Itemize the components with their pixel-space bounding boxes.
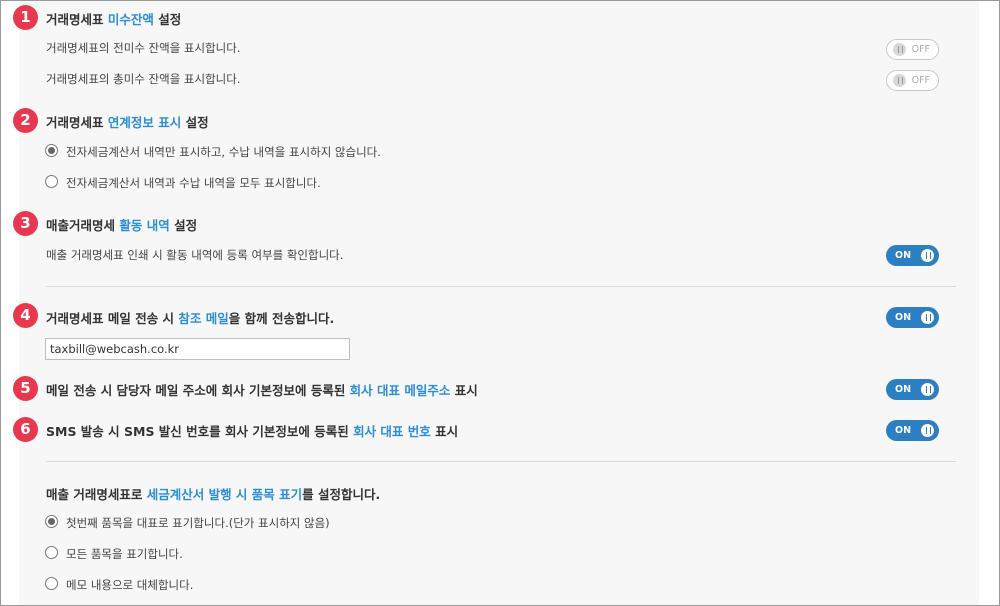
section-3-title-pre: 매출거래명세 [46, 218, 120, 233]
section-3-title-highlight: 활동 내역 [119, 218, 170, 233]
item-notation-option-1-label[interactable]: 첫번째 품목을 대표로 표기합니다.(단가 표시하지 않음) [66, 515, 330, 531]
toggle-state-label: ON [895, 384, 912, 395]
item-notation-title-pre: 매출 거래명세표로 [46, 487, 147, 502]
section-6-title-highlight: 회사 대표 번호 [353, 424, 431, 439]
section-1-title-highlight: 미수잔액 [107, 12, 154, 27]
item-notation-title-highlight: 세금계산서 발행 시 품목 표기 [146, 487, 303, 502]
section-5-title: 메일 전송 시 담당자 메일 주소에 회사 기본정보에 등록된 회사 대표 메일… [46, 380, 478, 399]
section-2-title-post: 설정 [181, 115, 209, 130]
section-3-title-post: 설정 [169, 218, 198, 233]
item-notation-option-3-label[interactable]: 메모 내용으로 대체합니다. [66, 577, 193, 593]
unpaid-total-balance-label: 거래명세표의 총미수 잔액을 표시합니다. [46, 72, 241, 86]
section-1-badge: 1 [13, 5, 38, 30]
section-6-title-post: 표시 [430, 424, 459, 439]
section-4-badge: 4 [13, 303, 38, 328]
linked-info-option-1-label[interactable]: 전자세금계산서 내역만 표시하고, 수납 내역을 표시하지 않습니다. [66, 144, 381, 160]
toggle-knob [921, 249, 934, 262]
section-2-title-highlight: 연계정보 표시 [107, 115, 182, 130]
section-3-badge: 3 [13, 211, 38, 236]
section-6-title-pre: SMS 발송 시 SMS 발신 번호를 회사 기본정보에 등록된 [46, 424, 354, 439]
section-5-badge: 5 [13, 376, 38, 401]
toggle-state-label: OFF [911, 44, 930, 55]
representative-phone-toggle[interactable]: ON [886, 420, 939, 441]
toggle-knob [921, 424, 934, 437]
item-notation-title-post: 를 설정합니다. [302, 487, 381, 502]
linked-info-option-1-radio[interactable] [45, 144, 58, 157]
unpaid-total-balance-toggle[interactable]: OFF [886, 70, 939, 91]
toggle-knob [921, 383, 934, 396]
section-5-title-highlight: 회사 대표 메일주소 [349, 383, 451, 398]
section-4-title-post: 을 함께 전송합니다. [228, 311, 335, 326]
unpaid-prev-balance-label: 거래명세표의 전미수 잔액을 표시합니다. [46, 41, 241, 55]
section-1-title-pre: 거래명세표 [46, 12, 108, 27]
section-2-badge: 2 [13, 108, 38, 133]
section-divider [46, 461, 956, 462]
section-4-title: 거래명세표 메일 전송 시 참조 메일을 함께 전송합니다. [46, 308, 334, 327]
item-notation-option-2-radio[interactable] [45, 546, 58, 559]
toggle-state-label: ON [895, 312, 912, 323]
item-notation-option-3-radio[interactable] [45, 577, 58, 590]
toggle-knob [893, 74, 906, 87]
section-3-title: 매출거래명세 활동 내역 설정 [46, 215, 197, 234]
toggle-state-label: ON [895, 250, 912, 261]
section-4-title-pre: 거래명세표 메일 전송 시 [46, 311, 179, 326]
item-notation-title: 매출 거래명세표로 세금계산서 발행 시 품목 표기를 설정합니다. [46, 484, 380, 503]
linked-info-option-2-radio[interactable] [45, 175, 58, 188]
item-notation-option-2-label[interactable]: 모든 품목을 표기합니다. [66, 546, 183, 562]
item-notation-option-1-radio[interactable] [45, 515, 58, 528]
section-6-badge: 6 [13, 417, 38, 442]
unpaid-prev-balance-toggle[interactable]: OFF [886, 39, 939, 60]
toggle-knob [921, 311, 934, 324]
representative-email-toggle[interactable]: ON [886, 379, 939, 400]
section-1-title: 거래명세표 미수잔액 설정 [46, 9, 181, 28]
reference-email-input[interactable] [45, 338, 350, 360]
toggle-state-label: OFF [911, 75, 930, 86]
section-5-title-post: 표시 [450, 383, 478, 398]
toggle-knob [893, 43, 906, 56]
section-1-title-post: 설정 [153, 12, 182, 27]
section-5-title-pre: 메일 전송 시 담당자 메일 주소에 회사 기본정보에 등록된 [46, 383, 350, 398]
toggle-state-label: ON [895, 425, 912, 436]
linked-info-option-2-label[interactable]: 전자세금계산서 내역과 수납 내역을 모두 표시합니다. [66, 175, 321, 191]
section-4-title-highlight: 참조 메일 [178, 311, 229, 326]
section-2-title: 거래명세표 연계정보 표시 설정 [46, 112, 209, 131]
section-divider [46, 286, 956, 287]
section-2-title-pre: 거래명세표 [46, 115, 108, 130]
activity-history-toggle[interactable]: ON [886, 245, 939, 266]
reference-mail-toggle[interactable]: ON [886, 307, 939, 328]
section-6-title: SMS 발송 시 SMS 발신 번호를 회사 기본정보에 등록된 회사 대표 번… [46, 421, 458, 440]
activity-history-label: 매출 거래명세표 인쇄 시 활동 내역에 등록 여부를 확인합니다. [46, 248, 344, 262]
